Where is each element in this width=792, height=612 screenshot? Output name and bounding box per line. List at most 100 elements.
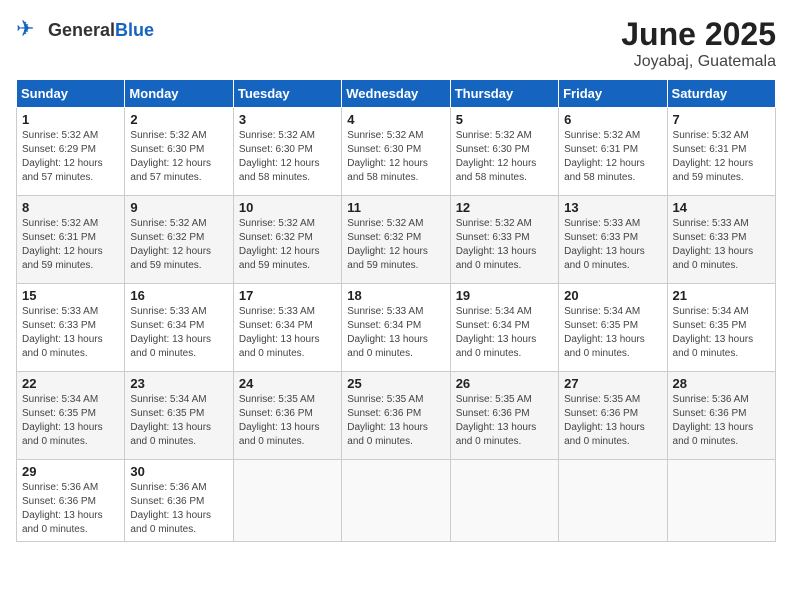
day-number: 21 [673, 288, 770, 303]
calendar-cell: 27 Sunrise: 5:35 AMSunset: 6:36 PMDaylig… [559, 372, 667, 460]
calendar-cell: 16 Sunrise: 5:33 AMSunset: 6:34 PMDaylig… [125, 284, 233, 372]
calendar-body: 1 Sunrise: 5:32 AMSunset: 6:29 PMDayligh… [17, 108, 776, 542]
day-info: Sunrise: 5:35 AMSunset: 6:36 PMDaylight:… [456, 393, 553, 449]
weekday-friday: Friday [559, 80, 667, 108]
day-info: Sunrise: 5:32 AMSunset: 6:31 PMDaylight:… [22, 217, 119, 273]
calendar-cell: 9 Sunrise: 5:32 AMSunset: 6:32 PMDayligh… [125, 196, 233, 284]
day-number: 27 [564, 376, 661, 391]
calendar-cell: 22 Sunrise: 5:34 AMSunset: 6:35 PMDaylig… [17, 372, 125, 460]
day-number: 1 [22, 112, 119, 127]
day-info: Sunrise: 5:32 AMSunset: 6:33 PMDaylight:… [456, 217, 553, 273]
day-info: Sunrise: 5:32 AMSunset: 6:30 PMDaylight:… [456, 129, 553, 185]
day-info: Sunrise: 5:34 AMSunset: 6:35 PMDaylight:… [130, 393, 227, 449]
day-number: 10 [239, 200, 336, 215]
week-row-4: 22 Sunrise: 5:34 AMSunset: 6:35 PMDaylig… [17, 372, 776, 460]
day-info: Sunrise: 5:35 AMSunset: 6:36 PMDaylight:… [564, 393, 661, 449]
weekday-wednesday: Wednesday [342, 80, 450, 108]
day-info: Sunrise: 5:32 AMSunset: 6:32 PMDaylight:… [347, 217, 444, 273]
page-header: ✈ GeneralBlue June 2025 Joyabaj, Guatema… [16, 16, 776, 71]
day-info: Sunrise: 5:33 AMSunset: 6:33 PMDaylight:… [673, 217, 770, 273]
calendar-cell: 3 Sunrise: 5:32 AMSunset: 6:30 PMDayligh… [233, 108, 341, 196]
svg-text:✈: ✈ [16, 16, 34, 41]
day-number: 19 [456, 288, 553, 303]
location-subtitle: Joyabaj, Guatemala [621, 53, 776, 71]
day-number: 7 [673, 112, 770, 127]
calendar-cell: 8 Sunrise: 5:32 AMSunset: 6:31 PMDayligh… [17, 196, 125, 284]
day-info: Sunrise: 5:34 AMSunset: 6:35 PMDaylight:… [22, 393, 119, 449]
day-info: Sunrise: 5:32 AMSunset: 6:30 PMDaylight:… [239, 129, 336, 185]
weekday-tuesday: Tuesday [233, 80, 341, 108]
calendar-cell: 30 Sunrise: 5:36 AMSunset: 6:36 PMDaylig… [125, 460, 233, 542]
logo-blue-text: Blue [115, 20, 154, 40]
weekday-sunday: Sunday [17, 80, 125, 108]
calendar-cell: 20 Sunrise: 5:34 AMSunset: 6:35 PMDaylig… [559, 284, 667, 372]
calendar-cell [667, 460, 775, 542]
day-number: 26 [456, 376, 553, 391]
calendar-cell: 4 Sunrise: 5:32 AMSunset: 6:30 PMDayligh… [342, 108, 450, 196]
calendar-cell [342, 460, 450, 542]
day-number: 6 [564, 112, 661, 127]
day-info: Sunrise: 5:32 AMSunset: 6:32 PMDaylight:… [239, 217, 336, 273]
title-area: June 2025 Joyabaj, Guatemala [621, 16, 776, 71]
day-info: Sunrise: 5:33 AMSunset: 6:33 PMDaylight:… [22, 305, 119, 361]
calendar-cell: 15 Sunrise: 5:33 AMSunset: 6:33 PMDaylig… [17, 284, 125, 372]
weekday-thursday: Thursday [450, 80, 558, 108]
weekday-header-row: SundayMondayTuesdayWednesdayThursdayFrid… [17, 80, 776, 108]
day-number: 22 [22, 376, 119, 391]
calendar-cell [233, 460, 341, 542]
day-info: Sunrise: 5:36 AMSunset: 6:36 PMDaylight:… [22, 481, 119, 537]
day-info: Sunrise: 5:33 AMSunset: 6:34 PMDaylight:… [347, 305, 444, 361]
day-number: 23 [130, 376, 227, 391]
day-number: 9 [130, 200, 227, 215]
calendar-cell: 21 Sunrise: 5:34 AMSunset: 6:35 PMDaylig… [667, 284, 775, 372]
day-info: Sunrise: 5:32 AMSunset: 6:32 PMDaylight:… [130, 217, 227, 273]
calendar-cell: 28 Sunrise: 5:36 AMSunset: 6:36 PMDaylig… [667, 372, 775, 460]
day-number: 25 [347, 376, 444, 391]
month-year-title: June 2025 [621, 16, 776, 53]
calendar-cell: 26 Sunrise: 5:35 AMSunset: 6:36 PMDaylig… [450, 372, 558, 460]
day-info: Sunrise: 5:34 AMSunset: 6:34 PMDaylight:… [456, 305, 553, 361]
week-row-3: 15 Sunrise: 5:33 AMSunset: 6:33 PMDaylig… [17, 284, 776, 372]
day-number: 2 [130, 112, 227, 127]
calendar-cell: 24 Sunrise: 5:35 AMSunset: 6:36 PMDaylig… [233, 372, 341, 460]
calendar-cell: 10 Sunrise: 5:32 AMSunset: 6:32 PMDaylig… [233, 196, 341, 284]
day-number: 28 [673, 376, 770, 391]
calendar-cell: 1 Sunrise: 5:32 AMSunset: 6:29 PMDayligh… [17, 108, 125, 196]
week-row-1: 1 Sunrise: 5:32 AMSunset: 6:29 PMDayligh… [17, 108, 776, 196]
day-number: 24 [239, 376, 336, 391]
day-number: 29 [22, 464, 119, 479]
day-info: Sunrise: 5:32 AMSunset: 6:31 PMDaylight:… [564, 129, 661, 185]
day-number: 30 [130, 464, 227, 479]
calendar-cell: 12 Sunrise: 5:32 AMSunset: 6:33 PMDaylig… [450, 196, 558, 284]
calendar-cell: 11 Sunrise: 5:32 AMSunset: 6:32 PMDaylig… [342, 196, 450, 284]
day-info: Sunrise: 5:34 AMSunset: 6:35 PMDaylight:… [673, 305, 770, 361]
weekday-monday: Monday [125, 80, 233, 108]
calendar-cell [559, 460, 667, 542]
day-info: Sunrise: 5:33 AMSunset: 6:33 PMDaylight:… [564, 217, 661, 273]
day-info: Sunrise: 5:35 AMSunset: 6:36 PMDaylight:… [347, 393, 444, 449]
day-info: Sunrise: 5:33 AMSunset: 6:34 PMDaylight:… [130, 305, 227, 361]
calendar-cell: 23 Sunrise: 5:34 AMSunset: 6:35 PMDaylig… [125, 372, 233, 460]
day-info: Sunrise: 5:32 AMSunset: 6:30 PMDaylight:… [347, 129, 444, 185]
calendar-cell: 6 Sunrise: 5:32 AMSunset: 6:31 PMDayligh… [559, 108, 667, 196]
calendar-table: SundayMondayTuesdayWednesdayThursdayFrid… [16, 79, 776, 542]
calendar-cell: 25 Sunrise: 5:35 AMSunset: 6:36 PMDaylig… [342, 372, 450, 460]
day-number: 17 [239, 288, 336, 303]
day-number: 13 [564, 200, 661, 215]
day-number: 14 [673, 200, 770, 215]
day-info: Sunrise: 5:32 AMSunset: 6:31 PMDaylight:… [673, 129, 770, 185]
calendar-cell: 13 Sunrise: 5:33 AMSunset: 6:33 PMDaylig… [559, 196, 667, 284]
logo-general-text: General [48, 20, 115, 40]
day-info: Sunrise: 5:33 AMSunset: 6:34 PMDaylight:… [239, 305, 336, 361]
day-number: 8 [22, 200, 119, 215]
weekday-saturday: Saturday [667, 80, 775, 108]
calendar-cell: 5 Sunrise: 5:32 AMSunset: 6:30 PMDayligh… [450, 108, 558, 196]
day-info: Sunrise: 5:34 AMSunset: 6:35 PMDaylight:… [564, 305, 661, 361]
day-number: 12 [456, 200, 553, 215]
calendar-cell: 2 Sunrise: 5:32 AMSunset: 6:30 PMDayligh… [125, 108, 233, 196]
day-number: 11 [347, 200, 444, 215]
day-number: 3 [239, 112, 336, 127]
week-row-2: 8 Sunrise: 5:32 AMSunset: 6:31 PMDayligh… [17, 196, 776, 284]
calendar-cell: 19 Sunrise: 5:34 AMSunset: 6:34 PMDaylig… [450, 284, 558, 372]
calendar-cell: 7 Sunrise: 5:32 AMSunset: 6:31 PMDayligh… [667, 108, 775, 196]
